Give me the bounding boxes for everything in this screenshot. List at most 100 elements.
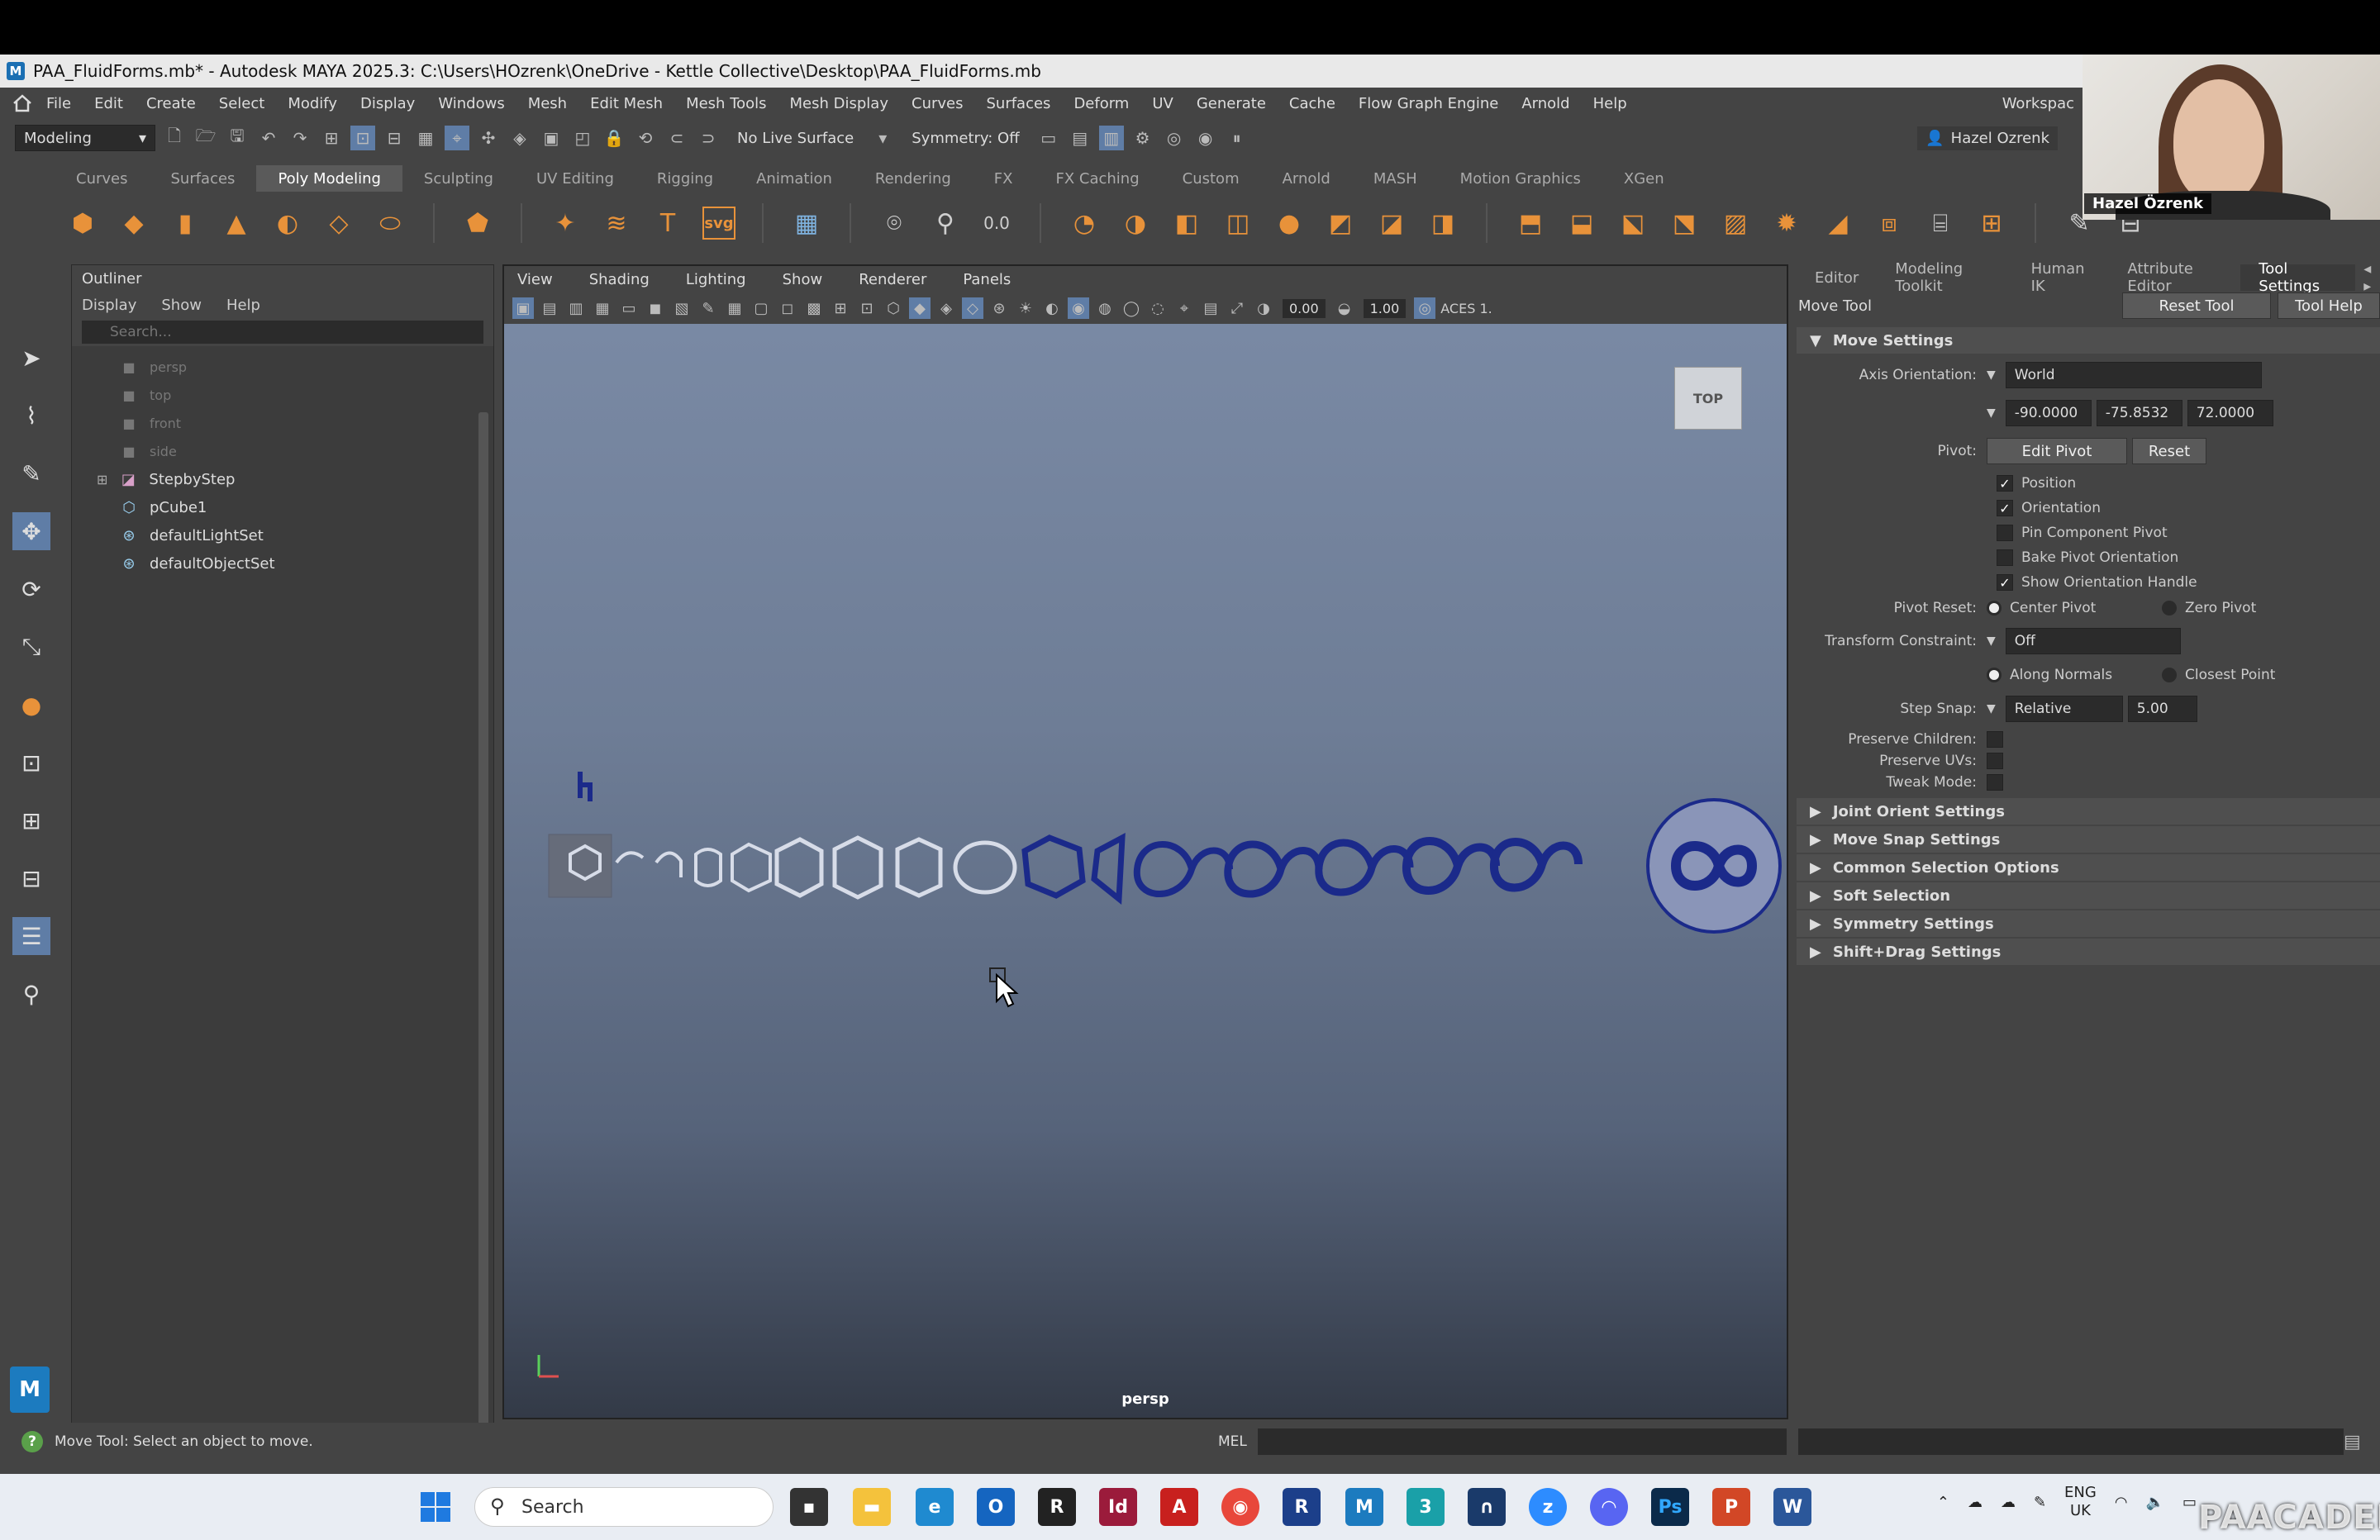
isolate-select-icon[interactable]: ◉ [1068, 297, 1089, 319]
pause-icon[interactable]: ⏸ [1225, 126, 1250, 150]
multicut-icon[interactable]: ⌸ [1924, 207, 1957, 240]
last-tool-icon[interactable]: ● [12, 686, 50, 724]
menu-modify[interactable]: Modify [288, 95, 337, 112]
shelf-tab-arnold[interactable]: Arnold [1261, 165, 1352, 192]
snap-surface-icon[interactable]: ▣ [539, 126, 564, 150]
axis-z-field[interactable]: 72.0000 [2187, 400, 2273, 426]
shelf-tab-curves[interactable]: Curves [55, 165, 149, 192]
onedrive-business-icon[interactable]: ☁ [2001, 1494, 2016, 1511]
select-component-icon[interactable]: ⊟ [382, 126, 407, 150]
resolution-gate-icon[interactable]: ◻ [777, 297, 798, 319]
chrome-icon[interactable]: ◉ [1221, 1488, 1259, 1526]
wireframe-on-shaded-icon[interactable]: ◇ [962, 297, 983, 319]
axis-y-field[interactable]: -75.8532 [2096, 400, 2182, 426]
shift-drag-settings-section[interactable]: ▶ Shift+Drag Settings [1797, 939, 2380, 965]
gamma-field[interactable]: 1.00 [1363, 298, 1407, 318]
script-editor-icon[interactable]: ▤ [2344, 1432, 2361, 1452]
render-view-icon[interactable]: ▤ [1068, 126, 1092, 150]
wireframe-icon[interactable]: ⬡ [883, 297, 904, 319]
shadows-icon[interactable]: ◐ [1041, 297, 1063, 319]
bevel-icon[interactable]: ⬕ [1616, 207, 1649, 240]
mel-label[interactable]: MEL [1218, 1433, 1247, 1450]
common-selection-options-section[interactable]: ▶ Common Selection Options [1797, 854, 2380, 881]
move-snap-settings-section[interactable]: ▶ Move Snap Settings [1797, 826, 2380, 853]
word-icon[interactable]: W [1773, 1488, 1811, 1526]
show-orientation-handle-row[interactable]: ✓ Show Orientation Handle [1797, 570, 2380, 595]
show-orientation-handle-checkbox[interactable]: ✓ [1997, 574, 2013, 591]
gamma-icon[interactable]: ◒ [1334, 297, 1355, 319]
separate-icon[interactable]: ◑ [1119, 207, 1152, 240]
single-view-layout-icon[interactable]: ⊡ [12, 744, 50, 782]
bake-pivot-orientation-checkbox[interactable] [1997, 549, 2013, 566]
isolate-icon[interactable]: ⌖ [1173, 297, 1195, 319]
shelf-tab-rigging[interactable]: Rigging [635, 165, 735, 192]
menu-cache[interactable]: Cache [1289, 95, 1335, 112]
display-count-icon[interactable]: 0.0 [980, 207, 1013, 240]
menu-mesh-tools[interactable]: Mesh Tools [686, 95, 766, 112]
taskbar-search-box[interactable]: ⚲ Search [474, 1487, 774, 1527]
ipr-icon[interactable]: ▥ [1098, 126, 1124, 150]
snap-grid-icon[interactable]: ▦ [413, 126, 438, 150]
search-replace-icon[interactable]: ⚲ [929, 207, 962, 240]
discord-icon[interactable]: ◠ [1590, 1488, 1628, 1526]
save-scene-icon[interactable]: 🖫 [225, 126, 250, 150]
acrobat-icon[interactable]: A [1160, 1488, 1198, 1526]
zero-pivot-radio[interactable] [2162, 601, 2177, 616]
expand-plus-icon[interactable]: ⊞ [97, 472, 107, 487]
pin-component-pivot-row[interactable]: Pin Component Pivot [1797, 520, 2380, 545]
task-view-icon[interactable]: ▪ [790, 1488, 828, 1526]
outliner-item-stepbystep[interactable]: ⊞ ◪ StepbyStep [72, 465, 493, 493]
xray-icon[interactable]: ⊛ [988, 297, 1010, 319]
arc-app-icon[interactable]: ∩ [1468, 1488, 1506, 1526]
arnold-render-icon[interactable]: ◉ [1193, 126, 1218, 150]
orientation-checkbox-row[interactable]: ✓ Orientation [1797, 496, 2380, 520]
shelf-tab-mash[interactable]: MASH [1352, 165, 1439, 192]
exposure-field[interactable]: 0.00 [1283, 298, 1326, 318]
orientation-checkbox[interactable]: ✓ [1997, 500, 2013, 516]
wifi-icon[interactable]: ◠ [2115, 1494, 2128, 1511]
soft-selection-section[interactable]: ▶ Soft Selection [1797, 882, 2380, 909]
magnet-icon[interactable]: ⊂ [664, 126, 689, 150]
grid-toggle-icon[interactable]: ▦ [724, 297, 745, 319]
anti-aliasing-icon[interactable]: ◌ [1147, 297, 1169, 319]
center-pivot-radio[interactable] [1987, 601, 2002, 616]
default-material-icon[interactable]: ◈ [935, 297, 957, 319]
select-camera-icon[interactable]: ▣ [512, 297, 534, 319]
language-indicator[interactable]: ENG UK [2064, 1484, 2097, 1520]
safe-action-icon[interactable]: ⊡ [856, 297, 878, 319]
battery-icon[interactable]: ▭ [2182, 1494, 2197, 1511]
append-icon[interactable]: ⬔ [1668, 207, 1701, 240]
command-line-input[interactable] [1258, 1428, 1787, 1455]
snap-live-icon[interactable]: ◰ [570, 126, 595, 150]
outliner-menu-help[interactable]: Help [226, 297, 260, 314]
use-lights-icon[interactable]: ☀ [1015, 297, 1036, 319]
image-plane-icon[interactable]: ▦ [592, 297, 613, 319]
bookmark-icon[interactable]: ▥ [565, 297, 587, 319]
sweep-mesh-icon[interactable]: ≋ [600, 207, 633, 240]
type-tool-icon[interactable]: T [651, 207, 684, 240]
shelf-tab-motion-graphics[interactable]: Motion Graphics [1439, 165, 1602, 192]
gate-mask-icon[interactable]: ▩ [803, 297, 825, 319]
menu-flow-graph-engine[interactable]: Flow Graph Engine [1359, 95, 1498, 112]
tab-modeling-toolkit[interactable]: Modeling Toolkit [1877, 260, 2012, 295]
menu-surfaces[interactable]: Surfaces [986, 95, 1050, 112]
edge-browser-icon[interactable]: e [916, 1488, 954, 1526]
shelf-tab-surfaces[interactable]: Surfaces [149, 165, 256, 192]
shelf-tab-xgen[interactable]: XGen [1602, 165, 1686, 192]
outliner-item-top[interactable]: ■ top [72, 381, 493, 409]
camera-icon[interactable]: ◼ [645, 297, 666, 319]
remesh-icon[interactable]: ◨ [1426, 207, 1459, 240]
tab-tool-settings[interactable]: Tool Settings [2240, 260, 2356, 295]
viewport-menu-show[interactable]: Show [783, 271, 823, 288]
3ds-max-icon[interactable]: 3 [1407, 1488, 1445, 1526]
ambient-occlusion-icon[interactable]: ◍ [1094, 297, 1116, 319]
pin-component-pivot-checkbox[interactable] [1997, 525, 2013, 541]
menu-generate[interactable]: Generate [1197, 95, 1266, 112]
pen-icon[interactable]: ✎ [2034, 1494, 2046, 1511]
axis-x-field[interactable]: -90.0000 [2005, 400, 2092, 426]
poke-icon[interactable]: ✹ [1770, 207, 1803, 240]
tab-editor[interactable]: Editor [1797, 264, 1877, 291]
search-icon[interactable]: ⚲ [12, 975, 50, 1013]
select-tool-icon[interactable]: ➤ [12, 339, 50, 377]
four-view-layout-icon[interactable]: ⊞ [12, 801, 50, 839]
